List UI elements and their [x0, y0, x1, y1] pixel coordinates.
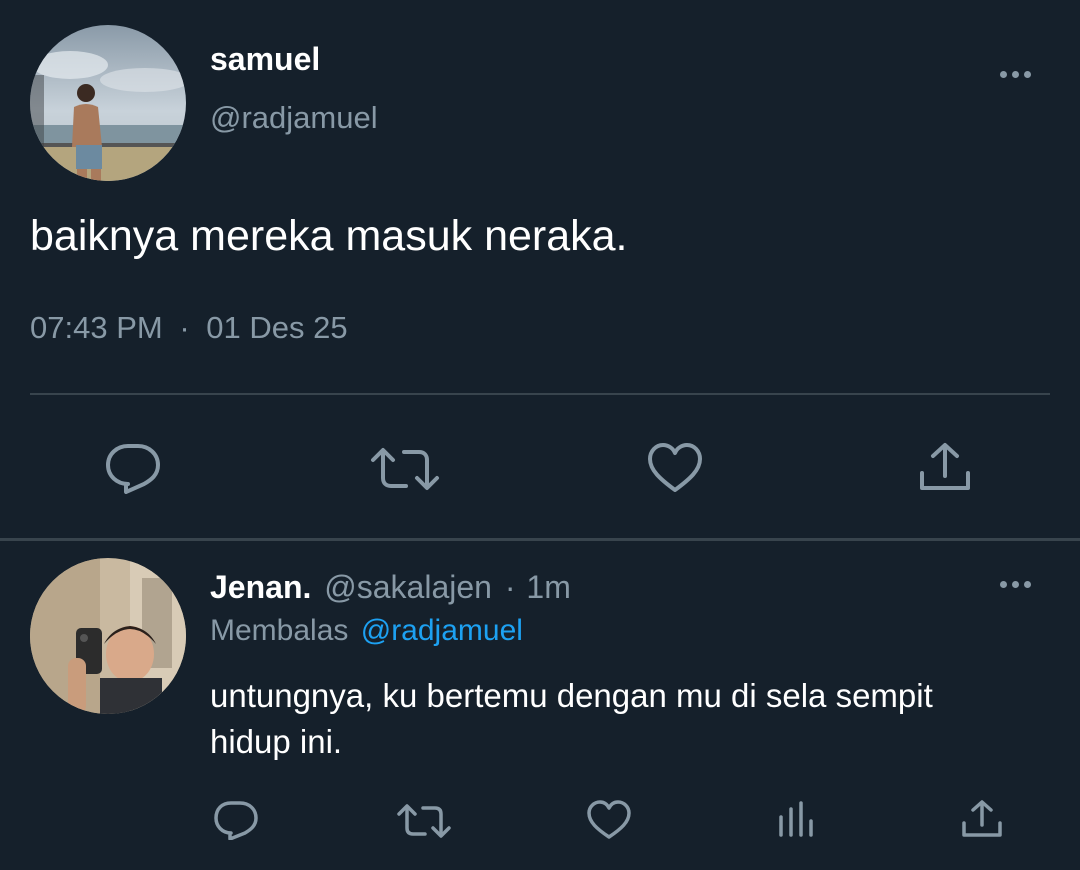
main-avatar[interactable]	[30, 25, 186, 181]
reply-handle[interactable]: @sakalajen	[324, 569, 492, 605]
reply-icon[interactable]	[213, 800, 259, 840]
analytics-icon[interactable]	[777, 801, 817, 839]
reply-text-line: untungnya, ku bertemu dengan mu di sela …	[210, 677, 933, 714]
timestamp-separator: ·	[179, 310, 190, 345]
replying-to-line: Membalas @radjamuel	[210, 614, 523, 648]
more-options-icon[interactable]	[1000, 71, 1031, 78]
retweet-icon[interactable]	[397, 803, 451, 839]
divider	[30, 393, 1050, 395]
main-handle[interactable]: @radjamuel	[210, 100, 378, 136]
reply-avatar[interactable]	[30, 558, 186, 714]
share-icon[interactable]	[961, 799, 1003, 839]
retweet-icon[interactable]	[370, 446, 440, 492]
reply-icon[interactable]	[104, 442, 164, 494]
section-divider	[0, 538, 1080, 541]
reply-age[interactable]: 1m	[526, 569, 570, 605]
replying-label: Membalas	[210, 614, 349, 647]
replying-to-link[interactable]: @radjamuel	[361, 614, 523, 647]
share-icon[interactable]	[918, 441, 972, 493]
more-options-icon[interactable]	[1000, 581, 1031, 588]
main-timestamp: 07:43 PM · 01 Des 25	[30, 310, 348, 346]
reply-text-line: hidup ini.	[210, 723, 343, 760]
like-icon[interactable]	[646, 442, 704, 494]
reply-separator: ·	[504, 569, 516, 605]
main-display-name[interactable]: samuel	[210, 41, 320, 78]
reply-text: untungnya, ku bertemu dengan mu di sela …	[210, 673, 933, 765]
like-icon[interactable]	[586, 800, 632, 840]
tweet-time[interactable]: 07:43 PM	[30, 310, 163, 345]
reply-header: Jenan. @sakalajen · 1m	[210, 569, 571, 606]
main-tweet-text: baiknya mereka masuk neraka.	[30, 212, 628, 260]
tweet-date[interactable]: 01 Des 25	[206, 310, 347, 345]
reply-display-name[interactable]: Jenan.	[210, 569, 311, 605]
